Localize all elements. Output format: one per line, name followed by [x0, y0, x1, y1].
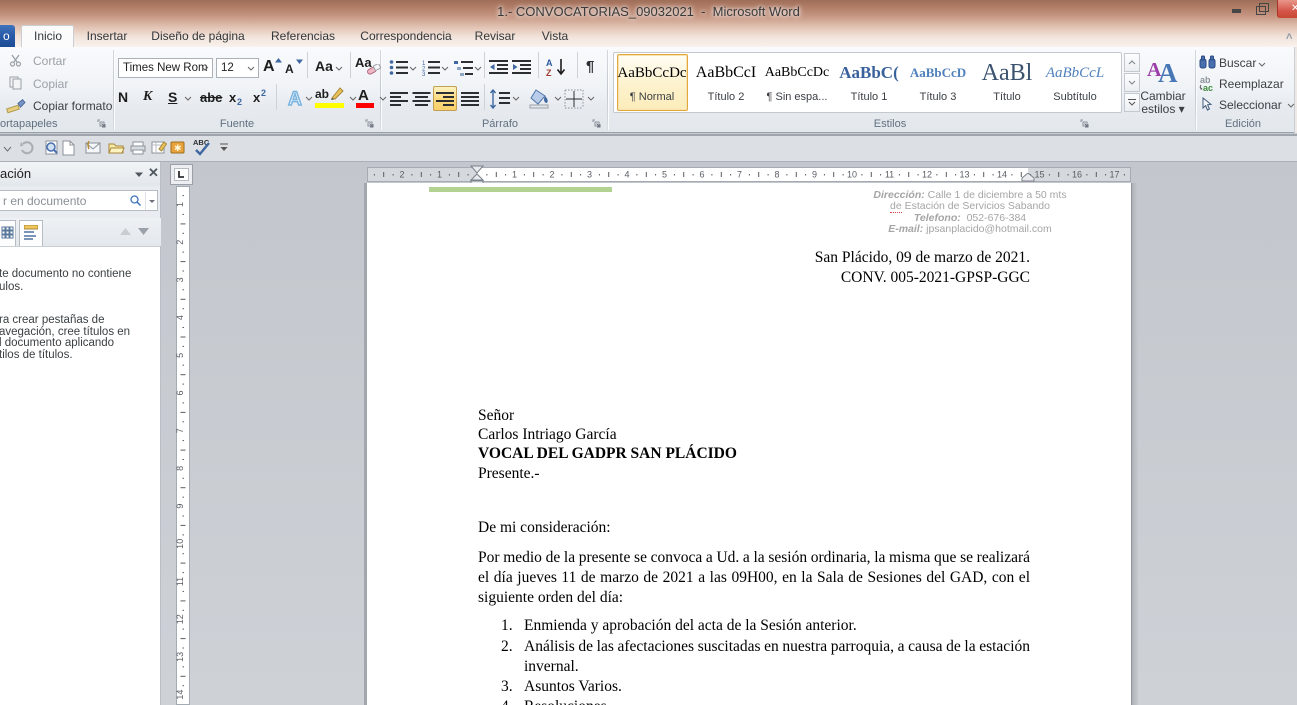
svg-text:A: A	[288, 89, 302, 109]
svg-text:Z: Z	[546, 68, 552, 78]
svg-text:ac: ac	[1203, 83, 1213, 92]
svg-text:2: 2	[399, 170, 404, 180]
svg-text:4: 4	[176, 315, 185, 320]
svg-text:17: 17	[1109, 170, 1119, 180]
svg-text:4: 4	[624, 170, 629, 180]
svg-text:1: 1	[176, 202, 185, 207]
svg-text:6: 6	[176, 390, 185, 395]
svg-text:A: A	[546, 58, 553, 68]
svg-text:11: 11	[885, 170, 894, 180]
svg-text:13: 13	[176, 652, 185, 662]
svg-text:14: 14	[176, 690, 185, 700]
svg-text:7: 7	[737, 170, 742, 180]
svg-text:16: 16	[1072, 170, 1082, 180]
svg-text:10: 10	[176, 539, 185, 549]
svg-text:5: 5	[662, 170, 667, 180]
svg-text:1: 1	[437, 170, 442, 180]
svg-text:6: 6	[699, 170, 704, 180]
svg-text:3: 3	[176, 277, 185, 282]
svg-text:13: 13	[959, 170, 969, 180]
svg-text:14: 14	[997, 170, 1007, 180]
svg-text:3: 3	[587, 170, 592, 180]
svg-text:✱: ✱	[174, 143, 182, 153]
svg-text:15: 15	[1034, 170, 1044, 180]
svg-text:2: 2	[549, 170, 554, 180]
svg-text:10: 10	[847, 170, 857, 180]
svg-text:11: 11	[176, 577, 185, 586]
svg-text:7: 7	[176, 428, 185, 433]
svg-text:12: 12	[176, 614, 185, 624]
svg-text:12: 12	[922, 170, 932, 180]
svg-text:2: 2	[176, 240, 185, 245]
svg-text:A: A	[1158, 58, 1178, 84]
svg-text:1: 1	[512, 170, 517, 180]
svg-text:8: 8	[774, 170, 779, 180]
svg-text:3: 3	[422, 72, 426, 77]
svg-text:8: 8	[176, 466, 185, 471]
svg-text:9: 9	[812, 170, 817, 180]
svg-text:5: 5	[176, 353, 185, 358]
svg-text:9: 9	[176, 504, 185, 509]
